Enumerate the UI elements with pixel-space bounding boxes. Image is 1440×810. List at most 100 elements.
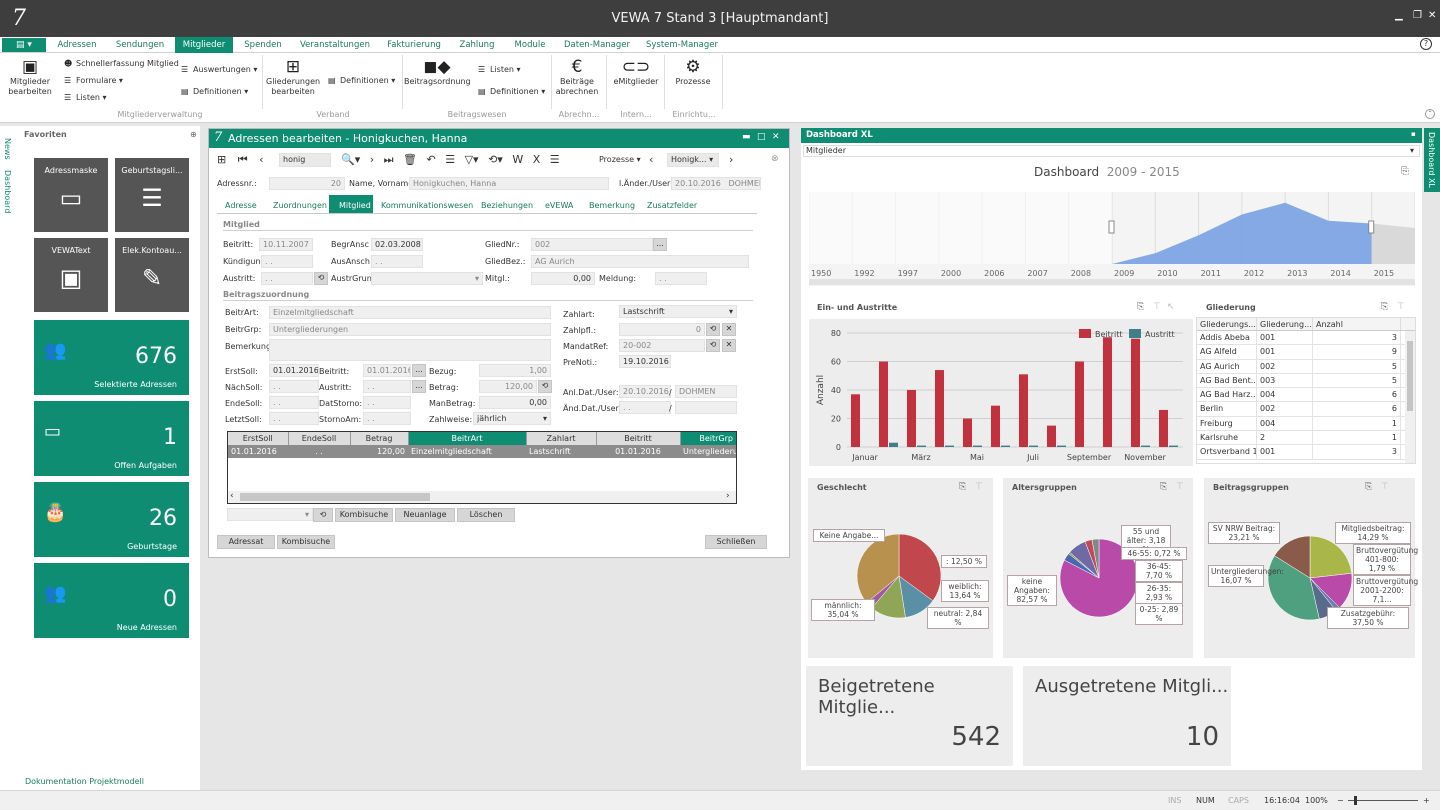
table-row[interactable]: Karlsruhe 2 1: [1197, 431, 1415, 446]
zoom-slider-thumb[interactable]: [1354, 796, 1357, 805]
kpi-beigetreten[interactable]: Beigetretene Mitglie... 542: [806, 666, 1013, 766]
subtab-bemerkung[interactable]: Bemerkung: [589, 201, 635, 210]
schliessen-button[interactable]: Schließen: [705, 535, 767, 549]
filter-icon[interactable]: ▽▾: [465, 153, 479, 166]
beitritt2-field[interactable]: 01.01.2016: [363, 364, 411, 377]
tab-fakturierung[interactable]: Fakturierung: [383, 37, 445, 53]
tab-adressen[interactable]: Adressen: [52, 37, 102, 53]
export-icon[interactable]: ⎘: [1381, 302, 1388, 312]
drill-up-icon[interactable]: ↖: [1167, 302, 1175, 312]
filter-clear-icon[interactable]: ⊤: [1381, 482, 1389, 492]
record-nav-select[interactable]: Honigk... ▾: [667, 153, 719, 167]
first-record-icon[interactable]: ⏮: [238, 153, 248, 166]
meldung-field[interactable]: . .: [655, 272, 707, 285]
next-icon[interactable]: ›: [729, 153, 733, 166]
pin-icon[interactable]: ▪: [1411, 130, 1416, 138]
zoom-in-icon[interactable]: +: [1423, 796, 1430, 805]
export-icon[interactable]: ⎘: [1160, 482, 1167, 492]
neuanlage-button[interactable]: Neuanlage: [395, 508, 455, 522]
export-icon[interactable]: ⎘: [959, 482, 966, 492]
austrgrun-select[interactable]: ▾: [371, 272, 483, 285]
search-icon[interactable]: 🔍▾: [341, 153, 360, 166]
endesoll-field[interactable]: . .: [269, 396, 319, 409]
link-icon[interactable]: ⟲: [706, 323, 720, 336]
stat-offen-aufgaben[interactable]: ▭ 1 Offen Aufgaben: [34, 401, 189, 476]
help-icon[interactable]: ?: [1420, 38, 1432, 50]
tab-spenden[interactable]: Spenden: [238, 37, 288, 53]
word-icon[interactable]: W: [512, 153, 523, 166]
datstorno-field[interactable]: . .: [363, 396, 411, 409]
ein-austritte-chart[interactable]: 0 20 40 60 80 Anzahl Januar März Mai Juli Septembe…: [809, 319, 1193, 466]
tab-sendungen[interactable]: Sendungen: [110, 37, 170, 53]
beitrart-field[interactable]: Einzelmitgliedschaft: [269, 306, 551, 319]
scrollbar-thumb[interactable]: [1407, 341, 1413, 411]
grid-filter-select[interactable]: ▾: [227, 508, 313, 521]
kombisuche-bottom-button[interactable]: Kombisuche: [277, 535, 335, 549]
formulare-button[interactable]: ☰ Formulare ▾: [64, 76, 123, 85]
scroll-left-icon[interactable]: ‹: [230, 491, 234, 501]
bezug-field[interactable]: 1,00: [479, 364, 551, 377]
zoom-slider[interactable]: [1348, 800, 1418, 801]
stat-neue-adressen[interactable]: 👥 0 Neue Adressen: [34, 563, 189, 638]
zoom-out-icon[interactable]: −: [1337, 796, 1344, 805]
side-tab-dashboard[interactable]: Dashboard: [3, 170, 12, 213]
naechsoll-field[interactable]: . .: [269, 380, 319, 393]
close-circle-icon[interactable]: ⊗: [771, 154, 779, 164]
gliederungen-bearbeiten-button[interactable]: ⊞ Gliederungen bearbeiten: [266, 57, 320, 107]
beitritt-field[interactable]: 10.11.2007: [259, 238, 313, 251]
table-row[interactable]: Addis Abeba 001 3: [1197, 331, 1415, 346]
col-header[interactable]: ErstSoll: [228, 432, 289, 445]
kombisuche-button[interactable]: Kombisuche: [335, 508, 393, 522]
ausansch-field[interactable]: . .: [371, 255, 423, 268]
table-row[interactable]: AG Alfeld 001 9: [1197, 345, 1415, 360]
zahlart-select[interactable]: Lastschrift ▾: [619, 305, 737, 318]
tile-vewatext[interactable]: VEWAText ▣: [34, 238, 108, 312]
zahlweise-select[interactable]: jährlich ▾: [473, 412, 551, 425]
dashboard-filter-select[interactable]: Mitglieder ▾: [803, 145, 1420, 157]
austritt2-field[interactable]: . .: [363, 380, 411, 393]
austritt-field[interactable]: . .: [261, 272, 313, 285]
tab-zahlung[interactable]: Zahlung: [452, 37, 502, 53]
mandatref-field[interactable]: 20-002: [619, 339, 705, 352]
table-row[interactable]: Ortsverband 1 001 3: [1197, 445, 1415, 460]
delete-icon[interactable]: 🗑: [403, 153, 417, 166]
betrag-field[interactable]: 120,00: [479, 380, 537, 393]
tab-mitglieder[interactable]: Mitglieder: [175, 37, 233, 53]
close-icon[interactable]: ✕: [1428, 10, 1436, 21]
tab-module[interactable]: Module: [508, 37, 552, 53]
table-row[interactable]: Berlin 002 6: [1197, 402, 1415, 417]
kpi-ausgetreten[interactable]: Ausgetretene Mitgli... 10: [1023, 666, 1231, 766]
tile-geburtstagsliste[interactable]: Geburtstagsli... ☰: [115, 158, 189, 232]
schnellerfassung-button[interactable]: ☻ Schnellerfassung Mitglied: [64, 59, 179, 68]
tab-veranstaltungen[interactable]: Veranstaltungen: [295, 37, 375, 53]
auswertungen-button[interactable]: ☰ Auswertungen ▾: [181, 65, 257, 74]
col-header[interactable]: Zahlart: [526, 432, 597, 445]
table-row[interactable]: AG Bad Bent... 003 5: [1197, 373, 1415, 389]
austritt-lookup-button[interactable]: ...: [412, 380, 426, 393]
erstsoll-field[interactable]: 01.01.2016: [269, 364, 319, 377]
col-header[interactable]: Betrag: [350, 432, 409, 445]
gliedbez-field[interactable]: AG Aurich: [531, 255, 749, 268]
filter-clear-icon[interactable]: ⊤: [1153, 302, 1161, 312]
prenoti-field[interactable]: 19.10.2016: [619, 355, 671, 368]
subtab-evewa[interactable]: eVEWA: [545, 201, 573, 210]
definitionen-beitrag-button[interactable]: ▤ Definitionen ▾: [478, 87, 545, 96]
letztsoll-field[interactable]: . .: [269, 412, 319, 425]
export-icon[interactable]: ⎘: [1137, 302, 1144, 312]
minimize-icon[interactable]: ▬: [742, 132, 751, 142]
numbered-list-icon[interactable]: ☰: [445, 153, 455, 166]
name-field[interactable]: Honigkuchen, Hanna: [409, 177, 609, 190]
documentation-link[interactable]: Dokumentation Projektmodell: [25, 777, 144, 786]
col-header[interactable]: Gliederungs...: [1197, 318, 1257, 330]
search-input[interactable]: honig: [279, 153, 331, 167]
mitgl-field[interactable]: 0,00: [531, 272, 595, 285]
col-header[interactable]: Beitritt: [596, 432, 681, 445]
col-header[interactable]: Anzahl: [1313, 318, 1401, 330]
vertical-scrollbar[interactable]: [1405, 331, 1415, 463]
excel-icon[interactable]: X: [533, 153, 541, 166]
definitionen-button[interactable]: ▤ Definitionen ▾: [181, 87, 248, 96]
minimize-icon[interactable]: ▁: [1395, 10, 1403, 21]
filter-clear-icon[interactable]: ⊤: [1176, 482, 1184, 492]
export-icon[interactable]: ⎘: [1365, 482, 1372, 492]
listen-beitrag-button[interactable]: ☰ Listen ▾: [478, 65, 521, 74]
